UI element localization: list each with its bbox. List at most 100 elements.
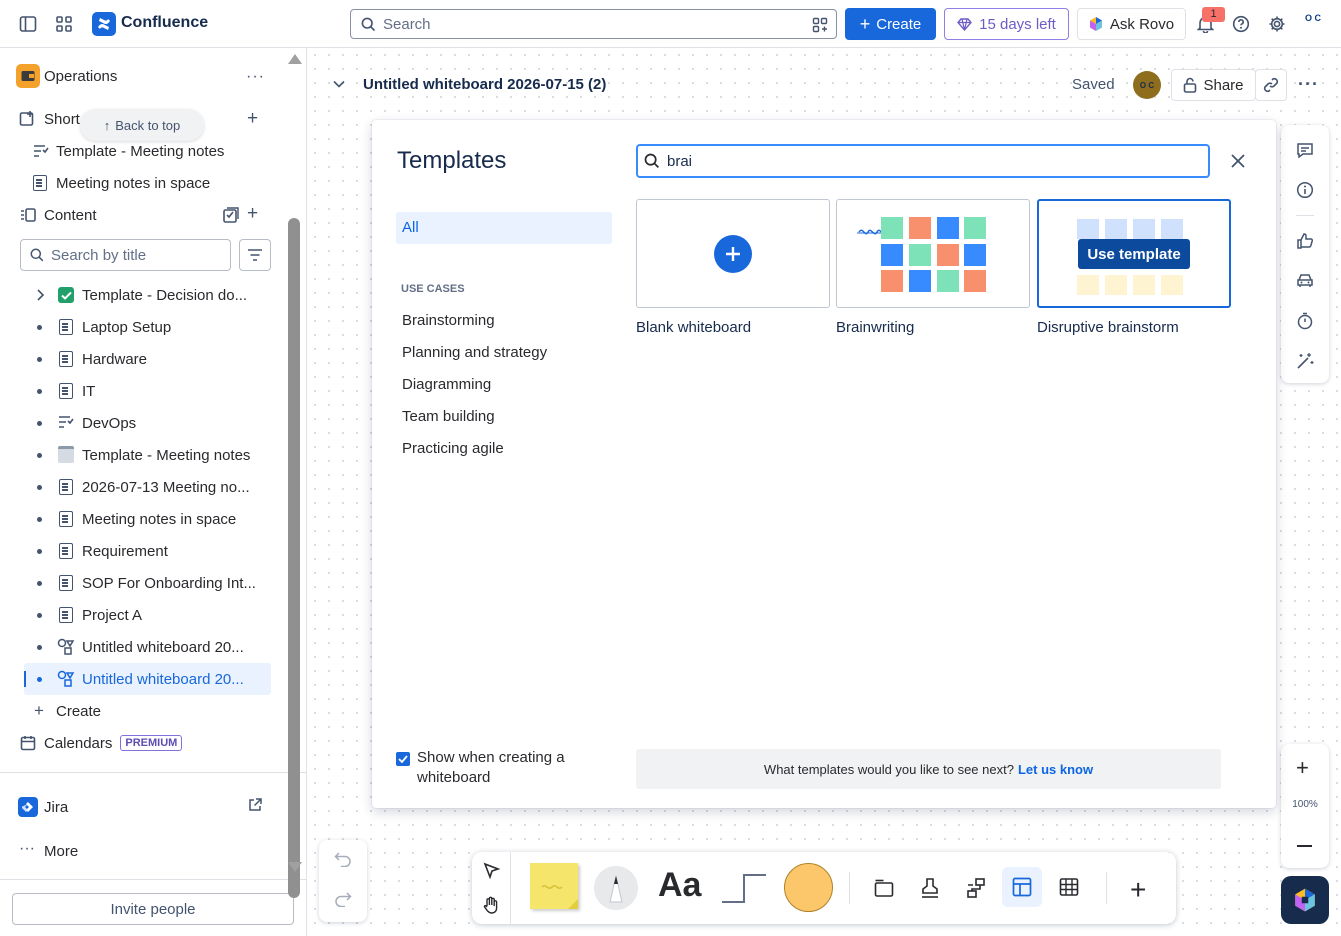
divider	[1296, 215, 1314, 216]
search-filter-icon[interactable]	[812, 17, 828, 33]
tree-item[interactable]: Template - Decision do...	[82, 279, 247, 311]
tree-item[interactable]: SOP For Onboarding Int...	[82, 567, 256, 599]
search-by-title-input[interactable]: Search by title	[20, 239, 231, 271]
stamp-tool-icon[interactable]	[920, 877, 940, 899]
tree-item[interactable]: Hardware	[82, 343, 147, 375]
frame-tool-icon[interactable]	[874, 878, 894, 898]
content-filter-icon[interactable]	[223, 207, 239, 223]
trial-label: 15 days left	[979, 15, 1056, 33]
feedback-link[interactable]: Let us know	[1018, 762, 1093, 777]
select-pointer-icon[interactable]	[483, 862, 501, 880]
scroll-up-arrow-icon[interactable]	[288, 54, 302, 64]
category-all[interactable]: All	[396, 212, 612, 244]
chevron-down-icon[interactable]	[333, 79, 345, 89]
confluence-logo-icon[interactable]	[92, 12, 116, 36]
profile-avatar[interactable]: O C	[1299, 13, 1327, 37]
calendars-link[interactable]: Calendars PREMIUM	[44, 727, 183, 759]
comment-icon[interactable]	[1292, 137, 1318, 163]
info-icon[interactable]	[1292, 177, 1318, 203]
tree-item[interactable]: DevOps	[82, 407, 136, 439]
tree-item[interactable]: Laptop Setup	[82, 311, 171, 343]
category-agile[interactable]: Practicing agile	[402, 440, 504, 457]
shape-tool-icon[interactable]	[784, 863, 833, 912]
shortcuts-heading[interactable]: Short	[44, 103, 80, 135]
content-heading[interactable]: Content	[44, 199, 97, 231]
app-switcher-icon[interactable]	[52, 12, 76, 36]
templates-tool-button[interactable]	[1002, 867, 1042, 907]
undo-icon[interactable]	[334, 851, 352, 867]
copy-link-button[interactable]	[1255, 69, 1287, 101]
template-card-label[interactable]: Brainwriting	[836, 319, 914, 336]
filter-button[interactable]	[239, 239, 271, 271]
bullet-icon	[37, 485, 42, 490]
brainwriting-thumbnail	[857, 217, 986, 292]
tree-item[interactable]: 2026-07-13 Meeting no...	[82, 471, 250, 503]
car-icon[interactable]	[1292, 268, 1318, 294]
collaborator-avatar[interactable]: O C	[1133, 71, 1161, 99]
more-tools-plus-icon[interactable]: +	[1130, 874, 1146, 906]
share-button[interactable]: Share	[1171, 69, 1256, 101]
template-card-brainwriting[interactable]	[836, 199, 1030, 308]
trial-days-button[interactable]: 15 days left	[944, 8, 1069, 40]
chevron-right-icon[interactable]	[35, 289, 45, 301]
category-brainstorming[interactable]: Brainstorming	[402, 312, 495, 329]
help-icon[interactable]	[1229, 12, 1253, 36]
shortcut-item[interactable]: Template - Meeting notes	[56, 135, 224, 167]
bullet-icon	[37, 677, 42, 682]
create-in-tree-button[interactable]: Create	[56, 695, 101, 727]
zoom-in-plus-icon[interactable]: +	[1296, 755, 1309, 781]
template-card-label[interactable]: Disruptive brainstorm	[1037, 319, 1179, 336]
tree-item[interactable]: Template - Meeting notes	[82, 439, 250, 471]
category-planning[interactable]: Planning and strategy	[402, 344, 547, 361]
redo-icon[interactable]	[334, 891, 352, 907]
close-icon[interactable]	[1226, 149, 1250, 173]
timer-icon[interactable]	[1292, 308, 1318, 334]
global-search-input[interactable]: Search	[350, 9, 837, 39]
sticky-note-tool-icon[interactable]	[530, 863, 578, 909]
magic-wand-icon[interactable]	[1292, 348, 1318, 374]
zoom-level[interactable]: 100%	[1281, 799, 1329, 810]
tree-item[interactable]: IT	[82, 375, 95, 407]
add-content-plus-icon[interactable]: +	[247, 203, 258, 225]
tree-item-selected[interactable]: Untitled whiteboard 20...	[82, 663, 244, 695]
space-more-icon[interactable]: ···	[246, 68, 265, 86]
tree-item[interactable]: Requirement	[82, 535, 168, 567]
ask-rovo-button[interactable]: Ask Rovo	[1077, 8, 1186, 40]
show-on-create-checkbox[interactable]	[396, 752, 410, 766]
add-shortcut-plus-icon[interactable]: +	[247, 108, 258, 130]
use-template-button[interactable]: Use template	[1078, 239, 1190, 269]
tree-item[interactable]: Project A	[82, 599, 142, 631]
pen-tool-icon[interactable]	[594, 866, 638, 910]
sidebar-toggle-icon[interactable]	[16, 12, 40, 36]
connector-tool-icon[interactable]	[720, 872, 768, 904]
shortcut-item[interactable]: Meeting notes in space	[56, 167, 210, 199]
app-name[interactable]: Confluence	[121, 14, 208, 32]
template-card-label[interactable]: Blank whiteboard	[636, 319, 751, 336]
hand-pan-icon[interactable]	[482, 896, 500, 914]
rovo-chat-button[interactable]	[1281, 876, 1329, 924]
sidebar-scrollbar-thumb[interactable]	[288, 218, 300, 898]
tree-item[interactable]: Untitled whiteboard 20...	[82, 631, 244, 663]
jira-link[interactable]: Jira	[44, 791, 68, 823]
create-button[interactable]: + Create	[845, 8, 936, 40]
scroll-down-arrow-icon[interactable]	[288, 862, 302, 872]
whiteboard-title[interactable]: Untitled whiteboard 2026-07-15 (2)	[363, 76, 606, 93]
space-name[interactable]: Operations	[44, 60, 117, 92]
table-tool-icon[interactable]	[1059, 877, 1079, 897]
zoom-out-minus-icon[interactable]	[1297, 845, 1312, 847]
template-card-blank[interactable]	[636, 199, 830, 308]
sidebar: Operations ··· Short ↑ Back to top + Tem…	[0, 48, 307, 936]
thumbs-up-icon[interactable]	[1292, 228, 1318, 254]
more-actions-icon[interactable]: ···	[1298, 74, 1319, 95]
tree-item[interactable]: Meeting notes in space	[82, 503, 236, 535]
invite-people-button[interactable]: Invite people	[12, 893, 294, 925]
category-diagramming[interactable]: Diagramming	[402, 376, 491, 393]
diagram-tool-icon[interactable]	[965, 877, 987, 899]
more-link[interactable]: More	[44, 835, 78, 867]
external-link-icon[interactable]	[248, 798, 262, 812]
show-on-create-label[interactable]: Show when creating a whiteboard	[417, 748, 617, 788]
settings-gear-icon[interactable]	[1265, 12, 1289, 36]
template-search-input[interactable]: brai	[636, 144, 1210, 178]
text-tool-icon[interactable]: Aa	[658, 866, 701, 905]
category-team-building[interactable]: Team building	[402, 408, 495, 425]
